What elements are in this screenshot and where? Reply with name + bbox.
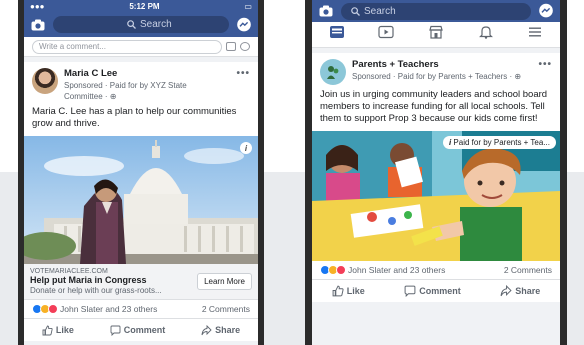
post-text: Join us in urging community leaders and … — [320, 89, 548, 124]
search-input[interactable]: Search — [53, 16, 229, 33]
post-text: Maria C. Lee has a plan to help our comm… — [32, 106, 237, 129]
info-icon: i — [448, 138, 452, 147]
search-placeholder: Search — [140, 19, 172, 30]
engagement-stats: John Slater and 23 others 2 Comments — [312, 261, 560, 280]
search-input[interactable]: Search — [341, 2, 531, 20]
post-meta: Sponsored · Paid for by Parents + Teache… — [352, 72, 522, 81]
sponsored-post: Maria C Lee Sponsored · Paid for by XYZ … — [24, 62, 258, 341]
right-phone: Search Parents + Teachers Sponsored · Pa… — [305, 0, 567, 345]
like-button[interactable]: Like — [332, 285, 365, 297]
status-time: 5:12 PM — [129, 1, 160, 11]
signal-indicator: ●●● — [30, 1, 45, 11]
share-icon — [500, 285, 512, 297]
sponsored-post: Parents + Teachers Sponsored · Paid for … — [312, 53, 560, 302]
avatar[interactable] — [32, 68, 58, 94]
marketplace-icon[interactable] — [428, 25, 444, 44]
comment-label: Comment — [419, 286, 461, 296]
comments-count[interactable]: 2 Comments — [504, 265, 552, 275]
top-bar: Search — [24, 12, 258, 37]
link-url: VOTEMARIACLEE.COM — [30, 268, 108, 275]
post-meta-line2: Committee · ⊕ — [64, 92, 117, 101]
paid-for-badge[interactable]: i Paid for by Parents + Tea... — [442, 136, 556, 149]
post-meta: Sponsored · Paid for by XYZ State — [64, 81, 187, 90]
like-button[interactable]: Like — [42, 325, 74, 336]
reaction-icons[interactable] — [320, 265, 346, 275]
comment-icon — [110, 325, 121, 336]
post-image[interactable]: i — [24, 136, 258, 264]
more-options-button[interactable]: ••• — [236, 68, 250, 102]
share-button[interactable]: Share — [500, 285, 540, 297]
search-icon — [127, 20, 136, 29]
menu-icon[interactable] — [527, 25, 543, 44]
top-bar: Search — [312, 0, 560, 22]
watch-icon[interactable] — [378, 25, 394, 44]
love-reaction-icon — [336, 265, 346, 275]
messenger-icon[interactable] — [537, 3, 555, 19]
bell-icon[interactable] — [478, 25, 494, 44]
post-actions: Like Comment Share — [24, 319, 258, 341]
share-label: Share — [515, 286, 541, 296]
post-author[interactable]: Maria C Lee — [64, 68, 230, 80]
sticker-icon[interactable] — [240, 42, 250, 51]
like-label: Like — [346, 286, 365, 296]
comment-input[interactable]: Write a comment... — [32, 39, 222, 54]
left-phone: ●●● 5:12 PM ▭ Search Write a comment... … — [18, 0, 264, 345]
comment-icon — [404, 285, 416, 297]
camera-icon[interactable] — [317, 3, 335, 19]
paid-for-label: Paid for by Parents + Tea... — [453, 138, 550, 147]
link-preview[interactable]: VOTEMARIACLEE.COM Help put Maria in Cong… — [24, 264, 258, 300]
like-label: Like — [55, 325, 74, 335]
post-author[interactable]: Parents + Teachers — [352, 59, 532, 71]
comment-button[interactable]: Comment — [404, 285, 461, 297]
messenger-icon[interactable] — [235, 17, 253, 33]
like-icon — [42, 325, 53, 335]
info-icon[interactable]: i — [240, 142, 252, 154]
search-placeholder: Search — [364, 5, 396, 17]
reactions-count[interactable]: John Slater and 23 others — [348, 265, 504, 275]
avatar[interactable] — [320, 59, 346, 85]
link-description: Donate or help with our grass-roots... — [30, 286, 162, 295]
status-bar: ●●● 5:12 PM ▭ — [24, 0, 258, 12]
comment-label: Comment — [123, 325, 166, 335]
engagement-stats: John Slater and 23 others 2 Comments — [24, 300, 258, 319]
post-actions: Like Comment Share — [312, 280, 560, 302]
battery-icon: ▭ — [244, 1, 252, 11]
reaction-icons[interactable] — [32, 304, 58, 314]
share-icon — [201, 324, 212, 335]
share-label: Share — [215, 325, 241, 335]
comment-button[interactable]: Comment — [110, 325, 166, 336]
link-title: Help put Maria in Congress — [30, 275, 147, 285]
reactions-count[interactable]: John Slater and 23 others — [60, 304, 202, 314]
camera-icon[interactable] — [29, 17, 47, 33]
comments-count[interactable]: 2 Comments — [202, 304, 250, 314]
photo-icon[interactable] — [226, 42, 236, 51]
more-options-button[interactable]: ••• — [538, 59, 552, 85]
share-button[interactable]: Share — [201, 324, 241, 336]
news-feed-icon[interactable] — [329, 25, 345, 44]
like-icon — [332, 285, 344, 297]
search-icon — [351, 6, 360, 16]
post-image[interactable]: i Paid for by Parents + Tea... — [312, 131, 560, 261]
tab-bar — [312, 22, 560, 48]
comment-composer: Write a comment... — [24, 37, 258, 57]
learn-more-button[interactable]: Learn More — [197, 273, 252, 290]
love-reaction-icon — [48, 304, 58, 314]
